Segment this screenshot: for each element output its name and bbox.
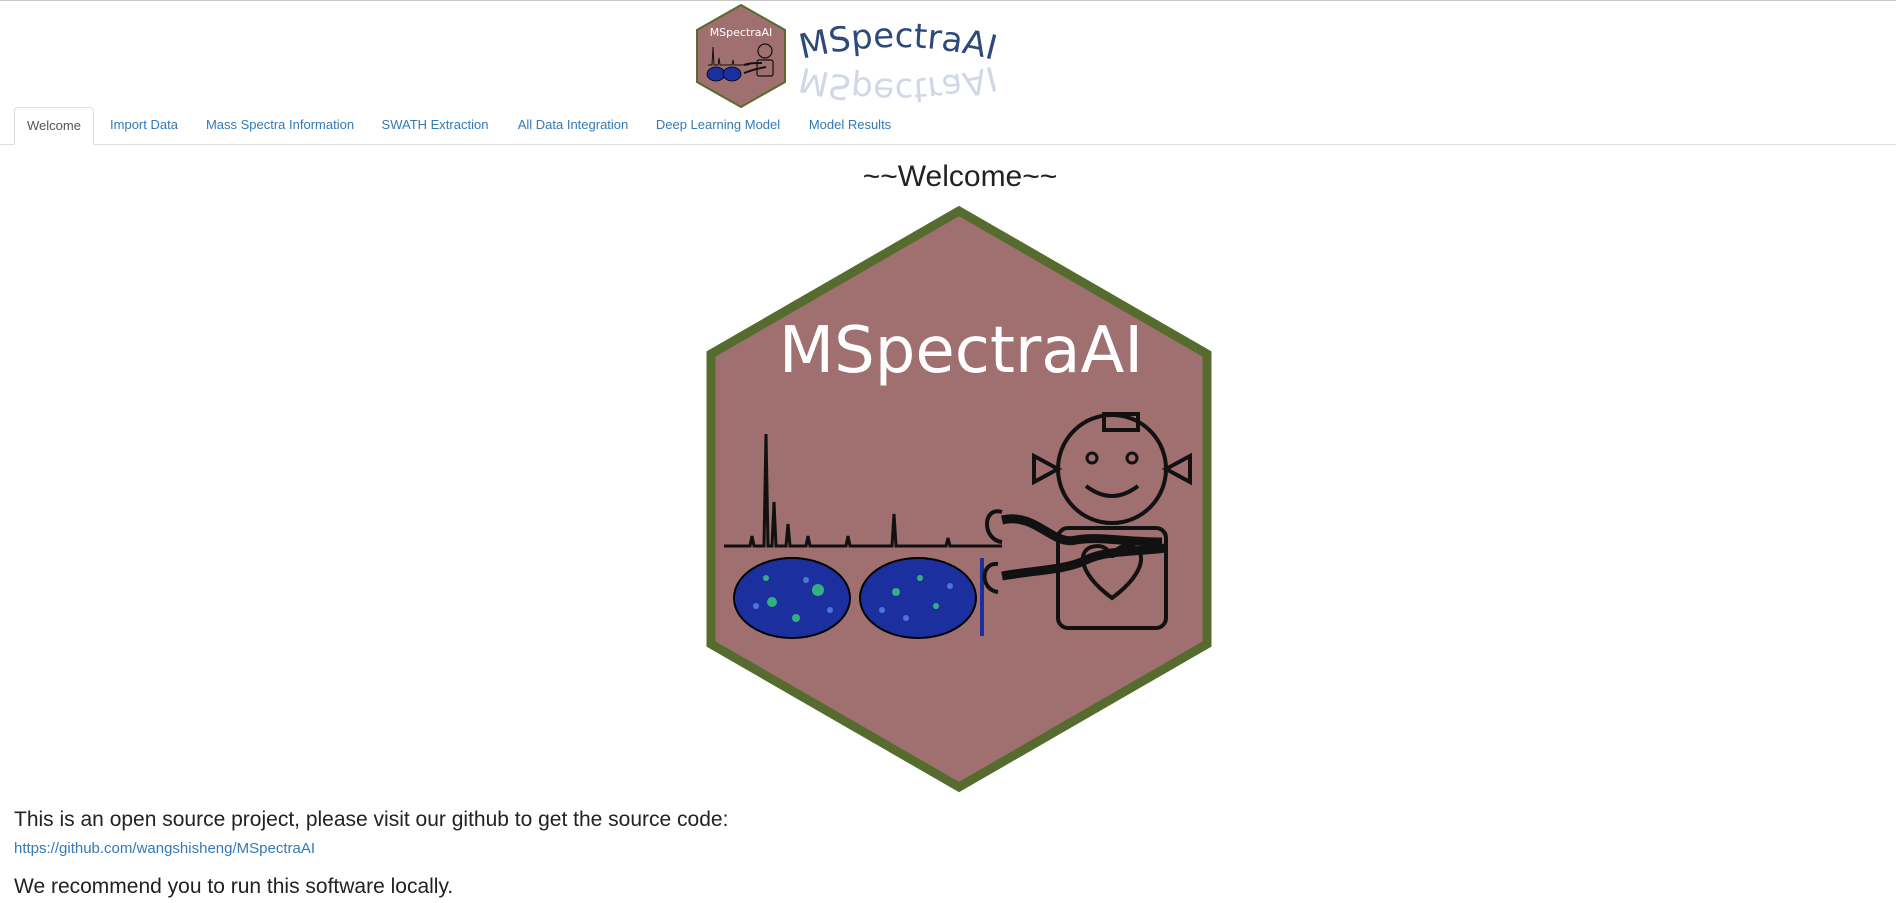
header-title-text: MSpectraAI: [795, 16, 1001, 69]
tab-swath-extraction[interactable]: SWATH Extraction: [374, 107, 496, 143]
tab-welcome[interactable]: Welcome: [14, 107, 94, 145]
svg-text:MSpectraAI: MSpectraAI: [796, 57, 996, 105]
tab-mass-spectra-information[interactable]: Mass Spectra Information: [198, 107, 362, 143]
tab-deep-learning-model[interactable]: Deep Learning Model: [650, 107, 786, 143]
main-logo-text: MSpectraAI: [779, 314, 1143, 388]
tab-import-data[interactable]: Import Data: [102, 107, 186, 143]
nav-tabs: Welcome Import Data Mass Spectra Informa…: [0, 107, 1896, 145]
header-logo-text: MSpectraAI: [710, 26, 773, 39]
header-title: MSpectraAI MSpectraAI: [795, 15, 1001, 110]
header-title-reflection: MSpectraAI: [795, 57, 1001, 110]
welcome-heading: ~~Welcome~~: [862, 160, 1058, 193]
svg-text:MSpectraAI: MSpectraAI: [796, 16, 996, 69]
recommendation-text: We recommend you to run this software lo…: [14, 875, 454, 898]
main-logo: MSpectraAI: [706, 205, 1212, 793]
tab-model-results[interactable]: Model Results: [798, 107, 902, 143]
app-header: MSpectraAI MSpectraAI MSpectraAI: [0, 1, 1896, 110]
header-logo: MSpectraAI: [694, 3, 788, 109]
tab-all-data-integration[interactable]: All Data Integration: [508, 107, 638, 143]
intro-text: This is an open source project, please v…: [14, 808, 729, 831]
github-link[interactable]: https://github.com/wangshisheng/MSpectra…: [14, 838, 315, 860]
